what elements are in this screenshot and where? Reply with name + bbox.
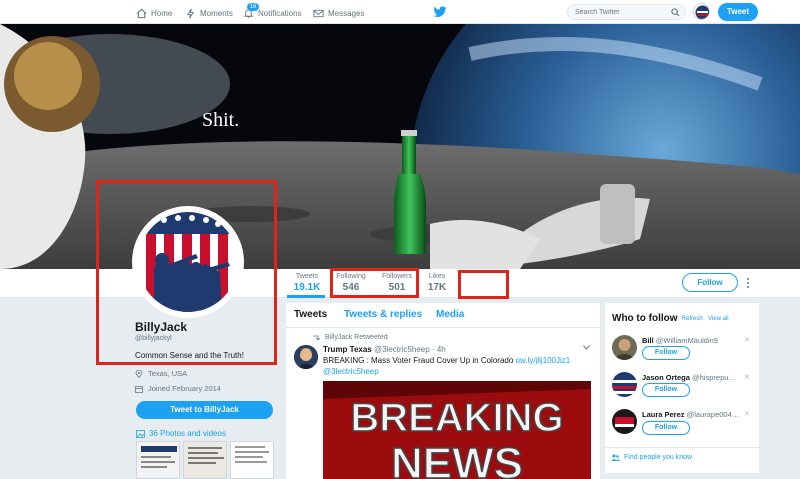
suggestion-display-name: Bill <box>642 336 654 345</box>
suggestion-handle: @laurape004… <box>686 410 740 419</box>
highlight-profile-box <box>96 180 277 365</box>
suggestion-follow-button[interactable]: Follow <box>642 383 690 397</box>
caret-down-icon[interactable] <box>583 345 590 350</box>
search-input[interactable] <box>567 4 686 20</box>
nav-moments[interactable]: Moments <box>185 5 233 21</box>
highlight-following-followers <box>330 268 419 298</box>
stat-likes-value: 17K <box>427 282 447 293</box>
tweet-author-name[interactable]: Trump Texas <box>323 345 372 354</box>
tweet-text: BREAKING : Mass Voter Fraud Cover Up in … <box>323 355 583 377</box>
suggestion-display-name: Laura Perez <box>642 410 685 419</box>
banner-caption: Shit. <box>202 109 239 131</box>
view-all-link[interactable]: · View all <box>704 316 728 322</box>
media-thumbnail[interactable] <box>136 441 180 479</box>
media-thumbnail[interactable] <box>230 441 274 479</box>
suggestion-display-name: Jason Ortega <box>642 373 690 382</box>
divider <box>605 447 759 448</box>
active-stat-indicator <box>287 295 325 298</box>
suggestion-follow-button[interactable]: Follow <box>642 346 690 360</box>
stat-likes[interactable]: Likes 17K <box>426 273 448 293</box>
tweet-media-image[interactable]: BREAKING NEWS <box>323 381 591 479</box>
suggestion-name[interactable]: Laura Perez @laurape004… <box>642 410 748 419</box>
photos-videos-label: 36 Photos and videos <box>149 429 226 438</box>
media-thumbnail[interactable] <box>183 441 227 479</box>
suggestion-name[interactable]: Jason Ortega @hisprepu… <box>642 373 748 382</box>
find-people-label: Find people you know <box>624 454 693 461</box>
tab-tweets-replies[interactable]: Tweets & replies <box>344 309 422 320</box>
account-avatar[interactable] <box>693 3 710 20</box>
nav-home[interactable]: Home <box>136 5 172 21</box>
photo-icon <box>136 429 145 438</box>
notification-count-badge: 16 <box>247 3 259 11</box>
nav-notifications-label: Notifications <box>258 8 302 18</box>
nav-moments-label: Moments <box>200 8 233 18</box>
profile-handle[interactable]: @billyjackyl <box>135 335 172 342</box>
retweet-note-text: BillyJack Retweeted <box>325 334 388 341</box>
profile-location: Texas, USA <box>135 369 187 378</box>
tweet-author-handle[interactable]: @3lectric5heep <box>374 345 430 354</box>
search-icon[interactable] <box>671 8 680 17</box>
dismiss-icon[interactable]: ✕ <box>744 410 750 418</box>
profile-location-text: Texas, USA <box>148 369 188 378</box>
retweet-icon <box>313 335 321 341</box>
suggestion-follow-button[interactable]: Follow <box>642 421 690 435</box>
home-icon <box>136 8 147 18</box>
dismiss-icon[interactable]: ✕ <box>744 336 750 344</box>
suggestion-name[interactable]: Bill @WilliamMauldin9 <box>642 336 748 345</box>
tweet-body-text: BREAKING : Mass Voter Fraud Cover Up in … <box>323 356 514 365</box>
tab-tweets[interactable]: Tweets <box>294 309 327 320</box>
moments-icon <box>186 8 195 18</box>
nav-messages-label: Messages <box>328 8 365 18</box>
stat-tweets-value: 19.1K <box>293 282 321 293</box>
messages-icon <box>313 9 324 17</box>
twitter-bird-icon[interactable] <box>433 6 447 18</box>
photos-videos-link[interactable]: 36 Photos and videos <box>136 429 226 438</box>
profile-bio: Common Sense and the Truth! <box>135 351 244 360</box>
people-icon <box>611 454 620 461</box>
nav-messages[interactable]: Messages <box>313 5 364 21</box>
media-text-news: NEWS <box>391 439 523 479</box>
tweet-link[interactable]: ow.ly/jllj100Jiz1 <box>516 356 571 365</box>
profile-joined-text: Joined February 2014 <box>148 384 221 393</box>
tab-media[interactable]: Media <box>436 309 464 320</box>
tweet-mention[interactable]: @3lectric5heep <box>323 367 379 376</box>
more-icon[interactable] <box>746 277 750 289</box>
location-icon <box>135 369 143 378</box>
suggestion-handle: @WilliamMauldin9 <box>655 336 718 345</box>
profile-name[interactable]: BillyJack <box>135 320 187 334</box>
who-to-follow-title: Who to follow <box>612 313 678 324</box>
follow-button[interactable]: Follow <box>682 273 738 292</box>
stat-tweets[interactable]: Tweets 19.1K <box>291 273 323 293</box>
top-navigation: Home Moments Notifications 16 Messages T… <box>0 0 800 24</box>
tweet-header: Trump Texas @3lectric5heep · 4h <box>323 345 446 354</box>
tweet-to-button[interactable]: Tweet to BillyJack <box>136 401 273 419</box>
find-people-link[interactable]: Find people you know <box>611 454 692 461</box>
highlight-empty-box <box>458 270 509 299</box>
suggestion-handle: @hisprepu… <box>692 373 736 382</box>
nav-home-label: Home <box>151 8 173 18</box>
dismiss-icon[interactable]: ✕ <box>744 373 750 381</box>
tweet-author-avatar[interactable] <box>294 345 318 369</box>
compose-tweet-button[interactable]: Tweet <box>718 3 758 21</box>
refresh-link[interactable]: · Refresh <box>678 316 703 322</box>
suggestion-avatar[interactable] <box>612 409 637 434</box>
calendar-icon <box>135 385 143 393</box>
profile-joined: Joined February 2014 <box>135 384 221 393</box>
media-text-breaking: BREAKING <box>350 396 563 440</box>
retweet-note: BillyJack Retweeted <box>312 334 388 341</box>
suggestion-avatar[interactable] <box>612 372 637 397</box>
suggestion-avatar[interactable] <box>612 335 637 360</box>
who-to-follow-links: · Refresh · View all <box>678 316 729 322</box>
stat-tweets-label: Tweets <box>295 273 319 280</box>
tweet-time[interactable]: · 4h <box>432 345 446 354</box>
stat-likes-label: Likes <box>428 273 446 280</box>
